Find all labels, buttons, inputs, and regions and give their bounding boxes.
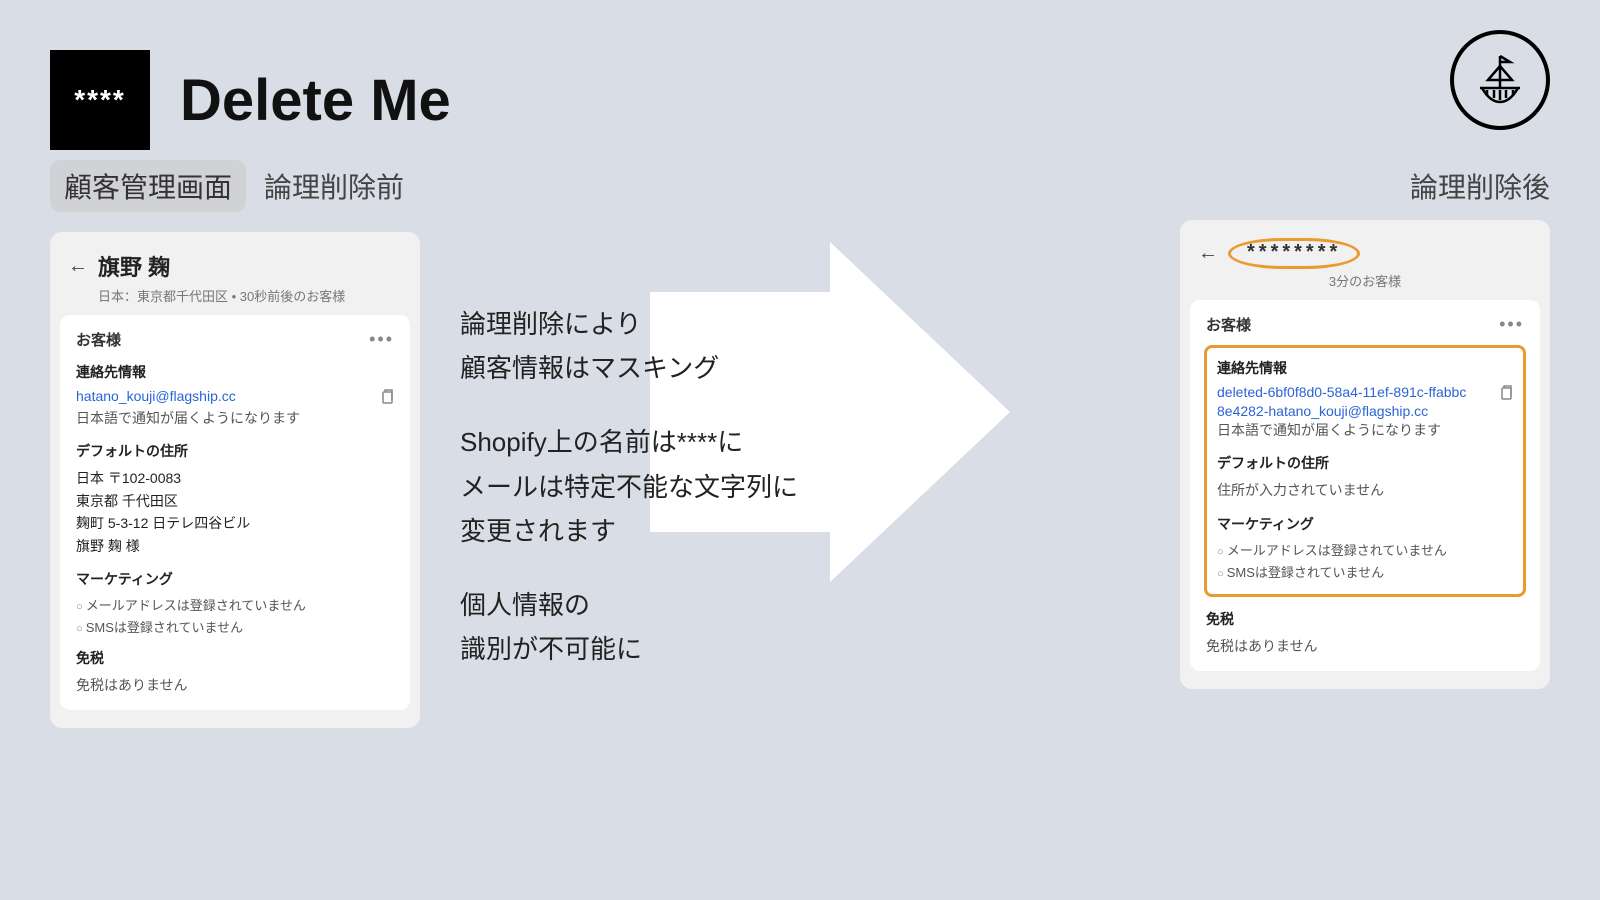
marketing-label: マーケティング: [76, 569, 394, 589]
tax-label: 免税: [1206, 609, 1524, 629]
tax-text: 免税はありません: [76, 674, 394, 696]
before-panel: ← 旗野 麹 日本：東京都千代田区 • 30秒前後のお客様 お客様 ••• 連絡…: [50, 232, 420, 728]
app-logo: ****: [50, 50, 150, 150]
customer-sub: 日本：東京都千代田区 • 30秒前後のお客様: [68, 286, 402, 305]
description: 論理削除により顧客情報はマスキング Shopify上の名前は****にメールは特…: [460, 302, 920, 671]
tax-label: 免税: [76, 648, 394, 668]
addr-line: 旗野 麹 様: [76, 535, 394, 557]
masked-info-highlight: 連絡先情報 deleted-6bf0f8d0-58a4-11ef-891c-ff…: [1204, 345, 1526, 597]
addr-text: 住所が入力されていません: [1217, 479, 1513, 501]
center-column: 論理削除により顧客情報はマスキング Shopify上の名前は****にメールは特…: [420, 232, 940, 728]
more-icon[interactable]: •••: [1499, 320, 1524, 329]
header: **** Delete Me: [0, 0, 1600, 160]
marketing-item: メールアドレスは登録されていません: [76, 595, 394, 614]
address-label: デフォルトの住所: [76, 441, 394, 461]
logo-text: ****: [74, 84, 126, 116]
page-title: Delete Me: [180, 67, 451, 134]
customer-name-masked: ********: [1247, 241, 1341, 263]
contact-label: 連絡先情報: [76, 362, 394, 382]
masked-name-highlight: ********: [1228, 238, 1360, 269]
screen-badge: 顧客管理画面: [50, 160, 246, 212]
card-title: お客様: [1206, 314, 1251, 335]
marketing-item: メールアドレスは登録されていません: [1217, 540, 1513, 559]
addr-line: 東京都 千代田区: [76, 490, 394, 512]
tax-text: 免税はありません: [1206, 635, 1524, 657]
address-label: デフォルトの住所: [1217, 453, 1513, 473]
copy-icon[interactable]: [380, 388, 394, 407]
contact-label: 連絡先情報: [1217, 358, 1513, 378]
email-link[interactable]: hatano_kouji@flagship.cc: [76, 388, 236, 404]
customer-card: お客様 ••• 連絡先情報 deleted-6bf0f8d0-58a4-11ef…: [1190, 300, 1540, 671]
back-arrow-icon[interactable]: ←: [68, 255, 88, 278]
email-note: 日本語で通知が届くようになります: [1217, 419, 1513, 441]
ship-icon: [1450, 30, 1550, 130]
addr-line: 麹町 5-3-12 日テレ四谷ビル: [76, 512, 394, 534]
before-label: 論理削除前: [264, 166, 404, 206]
copy-icon[interactable]: [1499, 384, 1513, 403]
email-link-line2[interactable]: 8e4282-hatano_kouji@flagship.cc: [1217, 403, 1513, 419]
customer-card: お客様 ••• 連絡先情報 hatano_kouji@flagship.cc 日…: [60, 315, 410, 710]
after-panel: ← ******** 3分のお客様 お客様 ••• 連絡先情報 deleted-…: [1180, 220, 1550, 689]
card-title: お客様: [76, 329, 121, 350]
marketing-label: マーケティング: [1217, 514, 1513, 534]
panel-header: ← 旗野 麹 日本：東京都千代田区 • 30秒前後のお客様: [50, 246, 420, 315]
after-label: 論理削除後: [1410, 166, 1550, 206]
email-link[interactable]: deleted-6bf0f8d0-58a4-11ef-891c-ffabbc: [1217, 384, 1466, 400]
addr-line: 日本 〒102-0083: [76, 467, 394, 489]
more-icon[interactable]: •••: [369, 335, 394, 344]
customer-name: 旗野 麹: [98, 250, 170, 282]
email-note: 日本語で通知が届くようになります: [76, 407, 394, 429]
customer-sub: 3分のお客様: [1198, 271, 1532, 290]
panel-header: ← ******** 3分のお客様: [1180, 234, 1550, 300]
marketing-item: SMSは登録されていません: [1217, 562, 1513, 581]
marketing-item: SMSは登録されていません: [76, 617, 394, 636]
back-arrow-icon[interactable]: ←: [1198, 242, 1218, 265]
